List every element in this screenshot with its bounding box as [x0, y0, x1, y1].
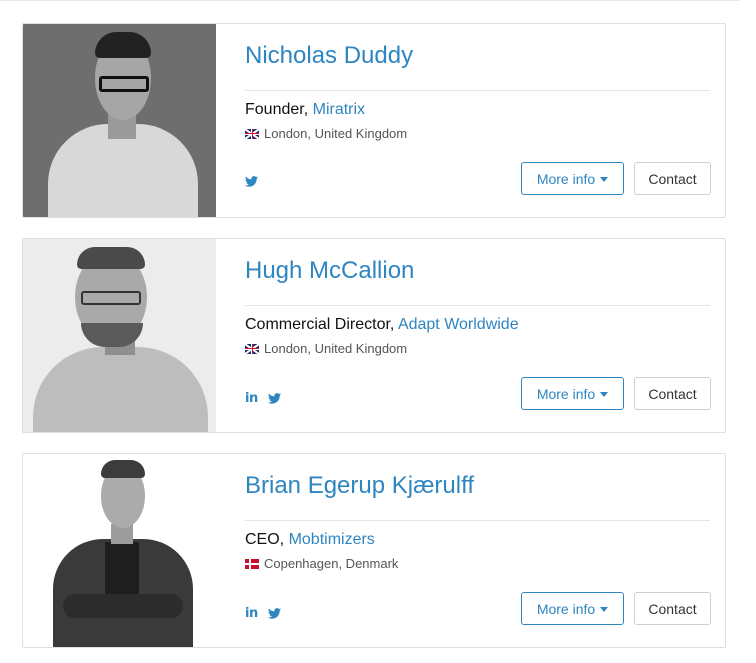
speaker-card: Hugh McCallion Commercial Director, Adap… [22, 238, 726, 433]
speaker-role: CEO, Mobtimizers [245, 531, 375, 548]
twitter-icon[interactable] [245, 176, 258, 187]
card-divider [245, 520, 710, 521]
more-info-button[interactable]: More info [521, 592, 624, 625]
company-link[interactable]: Mobtimizers [289, 531, 375, 548]
twitter-icon[interactable] [267, 608, 281, 619]
location-text: Copenhagen, Denmark [264, 556, 399, 571]
speaker-location: Copenhagen, Denmark [245, 556, 398, 571]
card-divider [245, 305, 710, 306]
caret-down-icon [600, 606, 609, 612]
speaker-name[interactable]: Brian Egerup Kjærulff [245, 472, 474, 500]
uk-flag-icon [245, 128, 259, 139]
twitter-icon[interactable] [267, 393, 281, 404]
contact-button[interactable]: Contact [634, 162, 711, 195]
speaker-photo[interactable] [23, 24, 216, 217]
speaker-card: Nicholas Duddy Founder, Miratrix London,… [22, 23, 726, 218]
caret-down-icon [600, 391, 609, 397]
photo-hair [95, 32, 151, 58]
linkedin-icon[interactable]: in [245, 606, 258, 621]
company-link[interactable]: Adapt Worldwide [398, 316, 519, 333]
speaker-role: Commercial Director, Adapt Worldwide [245, 316, 519, 333]
speaker-card: Brian Egerup Kjærulff CEO, Mobtimizers C… [22, 453, 726, 648]
location-text: London, United Kingdom [264, 341, 408, 356]
company-link[interactable]: Miratrix [313, 101, 365, 118]
photo-arms [63, 594, 183, 618]
speaker-name[interactable]: Hugh McCallion [245, 257, 414, 285]
photo-hair [101, 460, 145, 478]
speaker-role: Founder, Miratrix [245, 101, 366, 118]
card-divider [245, 90, 710, 91]
speaker-photo[interactable] [23, 454, 216, 647]
speaker-location: London, United Kingdom [245, 126, 407, 141]
photo-shirt [33, 347, 208, 432]
top-divider [0, 0, 740, 1]
uk-flag-icon [245, 343, 259, 354]
caret-down-icon [600, 176, 609, 182]
more-info-button[interactable]: More info [521, 162, 624, 195]
photo-shirt [105, 542, 139, 602]
contact-button[interactable]: Contact [634, 377, 711, 410]
social-links: in [245, 606, 281, 621]
photo-glasses [99, 76, 149, 92]
job-title: Commercial Director [245, 316, 390, 333]
contact-button[interactable]: Contact [634, 592, 711, 625]
denmark-flag-icon [245, 558, 259, 569]
social-links [245, 176, 258, 187]
social-links: in [245, 391, 281, 406]
linkedin-icon[interactable]: in [245, 391, 258, 406]
job-title: Founder [245, 101, 304, 118]
speaker-location: London, United Kingdom [245, 341, 407, 356]
more-info-button[interactable]: More info [521, 377, 624, 410]
speaker-photo[interactable] [23, 239, 216, 432]
location-text: London, United Kingdom [264, 126, 408, 141]
job-title: CEO [245, 531, 280, 548]
speaker-name[interactable]: Nicholas Duddy [245, 42, 413, 70]
photo-hair [77, 247, 145, 269]
photo-glasses [81, 291, 141, 305]
